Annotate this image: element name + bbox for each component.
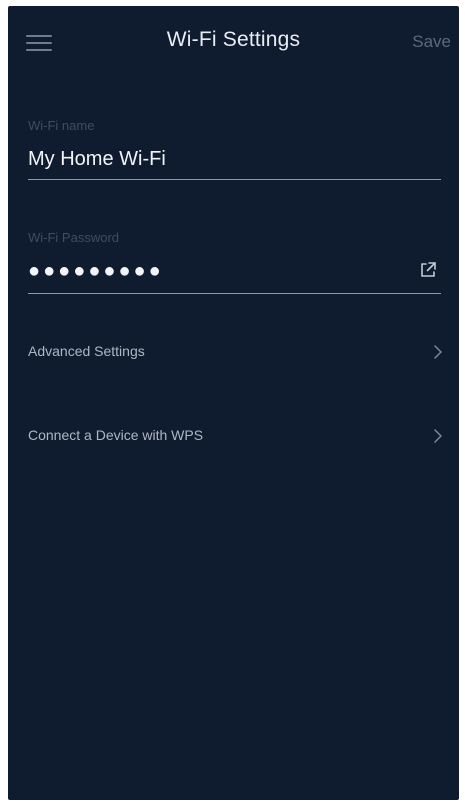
header-bar: Wi-Fi Settings Save: [8, 6, 459, 76]
chevron-right-icon: [434, 429, 442, 443]
wifi-password-field[interactable]: Wi-Fi Password ●●●●●●●●●: [28, 230, 441, 296]
wifi-name-input[interactable]: My Home Wi-Fi: [28, 148, 166, 171]
wifi-password-input[interactable]: ●●●●●●●●●: [28, 260, 164, 283]
save-button[interactable]: Save: [412, 32, 451, 52]
connect-wps-label: Connect a Device with WPS: [28, 427, 204, 443]
connect-wps-row[interactable]: Connect a Device with WPS: [28, 416, 443, 456]
advanced-settings-row[interactable]: Advanced Settings: [28, 332, 443, 372]
wifi-name-label: Wi-Fi name: [28, 118, 95, 133]
wifi-name-underline: [28, 179, 441, 180]
wifi-password-label: Wi-Fi Password: [28, 230, 120, 245]
wifi-password-underline: [28, 293, 441, 294]
wifi-settings-screen: Wi-Fi Settings Save Wi-Fi name My Home W…: [8, 6, 459, 800]
wifi-name-field[interactable]: Wi-Fi name My Home Wi-Fi: [28, 118, 441, 182]
chevron-right-icon: [434, 345, 442, 359]
share-external-icon[interactable]: [419, 261, 437, 279]
page-title: Wi-Fi Settings: [166, 28, 301, 51]
advanced-settings-label: Advanced Settings: [28, 343, 145, 359]
